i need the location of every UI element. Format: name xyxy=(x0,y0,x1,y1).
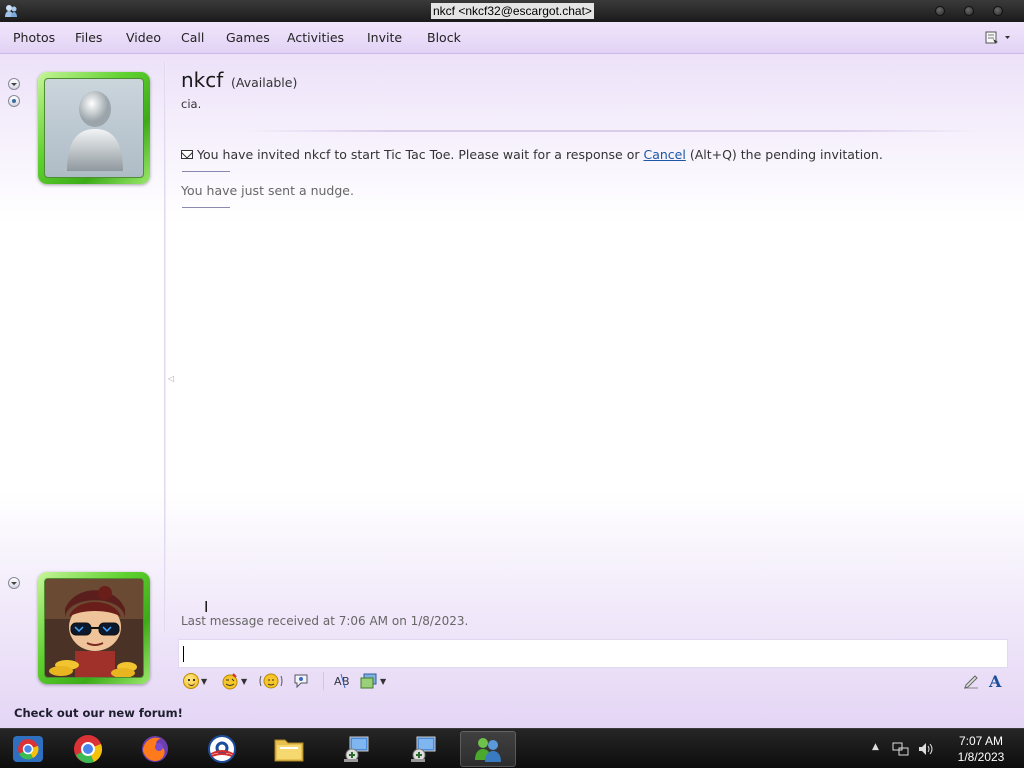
wink-icon xyxy=(222,673,238,690)
spell-check-icon: A B xyxy=(334,673,350,689)
taskbar-app-firefox[interactable] xyxy=(127,731,183,767)
chrome-icon xyxy=(13,736,43,762)
nudge-button[interactable] xyxy=(259,671,283,691)
file-explorer-icon xyxy=(274,739,304,762)
window-title: nkcf <nkcf32@escargot.chat> xyxy=(431,3,594,19)
menu-bar: Photos Files Video Call Games Activities… xyxy=(0,22,1024,54)
contact-card-button[interactable] xyxy=(8,95,20,107)
clock-time: 7:07 AM xyxy=(958,734,1004,748)
handwriting-icon xyxy=(964,675,978,689)
collapse-arrow-icon[interactable]: ◁ xyxy=(168,374,174,383)
message-separator xyxy=(182,171,230,172)
conversation-window: Photos Files Video Call Games Activities… xyxy=(0,22,1024,728)
pane-divider[interactable] xyxy=(164,62,166,632)
envelope-icon xyxy=(181,150,193,159)
contact-display-picture[interactable] xyxy=(38,72,150,184)
collapse-self-pic-button[interactable] xyxy=(8,577,20,589)
wink-button[interactable]: ▼ xyxy=(221,671,247,691)
invite-text: You have invited nkcf to start Tic Tac T… xyxy=(197,147,640,162)
contact-status: (Available) xyxy=(231,75,298,90)
contact-personal-message: cia. xyxy=(181,97,202,111)
formatting-toolbar: ▼ ▼ A B ▼ A xyxy=(178,668,1008,694)
cartoon-avatar-icon xyxy=(45,579,143,677)
font-button[interactable]: A xyxy=(989,671,1001,691)
title-bar: nkcf <nkcf32@escargot.chat> xyxy=(0,0,1024,22)
network-icon[interactable] xyxy=(892,741,910,757)
voice-clip-button[interactable] xyxy=(292,671,310,691)
header-divider xyxy=(245,130,980,132)
font-icon: A xyxy=(989,671,1002,691)
show-hidden-icons-icon[interactable]: ▲ xyxy=(872,742,879,752)
background-button[interactable]: ▼ xyxy=(360,671,386,691)
emoticon-icon xyxy=(183,673,199,689)
taskbar-app-file-explorer[interactable] xyxy=(261,731,317,767)
show-menu-icon[interactable] xyxy=(985,30,1013,46)
taskbar-app-messenger-2[interactable] xyxy=(395,731,451,767)
maximize-button[interactable] xyxy=(964,6,974,16)
message-separator xyxy=(182,207,230,208)
chrome-icon xyxy=(74,735,103,764)
menu-files[interactable]: Files xyxy=(75,30,102,45)
contact-name: nkcf xyxy=(181,68,224,92)
messenger-app-icon[interactable] xyxy=(3,3,19,19)
invite-message: You have invited nkcf to start Tic Tac T… xyxy=(181,147,883,162)
default-user-icon xyxy=(67,91,123,171)
cancel-invitation-link[interactable]: Cancel xyxy=(643,147,685,162)
msn-messenger-icon xyxy=(411,736,436,762)
collapse-contact-pic-button[interactable] xyxy=(8,78,20,90)
handwriting-button[interactable] xyxy=(962,671,980,691)
minimize-button[interactable] xyxy=(935,6,945,16)
menu-video[interactable]: Video xyxy=(126,30,161,45)
menu-call[interactable]: Call xyxy=(181,30,204,45)
menu-photos[interactable]: Photos xyxy=(13,30,55,45)
firefox-icon xyxy=(142,736,168,762)
nudge-message: You have just sent a nudge. xyxy=(181,183,354,198)
taskbar-app-chrome-launcher[interactable] xyxy=(0,731,56,767)
toolbar-separator xyxy=(323,672,324,690)
taskbar: ▲ 7:07 AM 1/8/2023 xyxy=(0,728,1024,768)
clock-date: 1/8/2023 xyxy=(957,750,1005,764)
close-button[interactable] xyxy=(993,6,1003,16)
my-display-picture[interactable] xyxy=(38,572,150,684)
nudge-icon xyxy=(259,673,283,689)
menu-games[interactable]: Games xyxy=(226,30,270,45)
menu-invite[interactable]: Invite xyxy=(367,30,402,45)
volume-icon[interactable] xyxy=(917,741,935,757)
message-input[interactable] xyxy=(178,639,1008,668)
last-message-status: Last message received at 7:06 AM on 1/8/… xyxy=(181,614,469,628)
taskbar-app-messenger[interactable] xyxy=(328,731,384,767)
text-caret xyxy=(183,646,184,662)
voice-clip-icon xyxy=(294,674,308,689)
obama-icon xyxy=(208,735,236,763)
msn-messenger-icon xyxy=(344,736,369,762)
spell-check-button[interactable]: A B xyxy=(333,671,353,691)
system-clock[interactable]: 7:07 AM 1/8/2023 xyxy=(946,733,1016,765)
taskbar-app-chrome[interactable] xyxy=(60,731,116,767)
svg-text:A: A xyxy=(334,675,342,688)
emoticon-button[interactable]: ▼ xyxy=(183,671,207,691)
background-icon xyxy=(360,673,377,689)
invite-suffix-text: (Alt+Q) the pending invitation. xyxy=(689,147,883,162)
buddy-list-icon xyxy=(475,738,501,762)
menu-activities[interactable]: Activities xyxy=(287,30,344,45)
taskbar-app-buddy-list[interactable] xyxy=(460,731,516,767)
forum-link[interactable]: Check out our new forum! xyxy=(14,706,183,720)
taskbar-app-obama[interactable] xyxy=(194,731,250,767)
menu-block[interactable]: Block xyxy=(427,30,461,45)
